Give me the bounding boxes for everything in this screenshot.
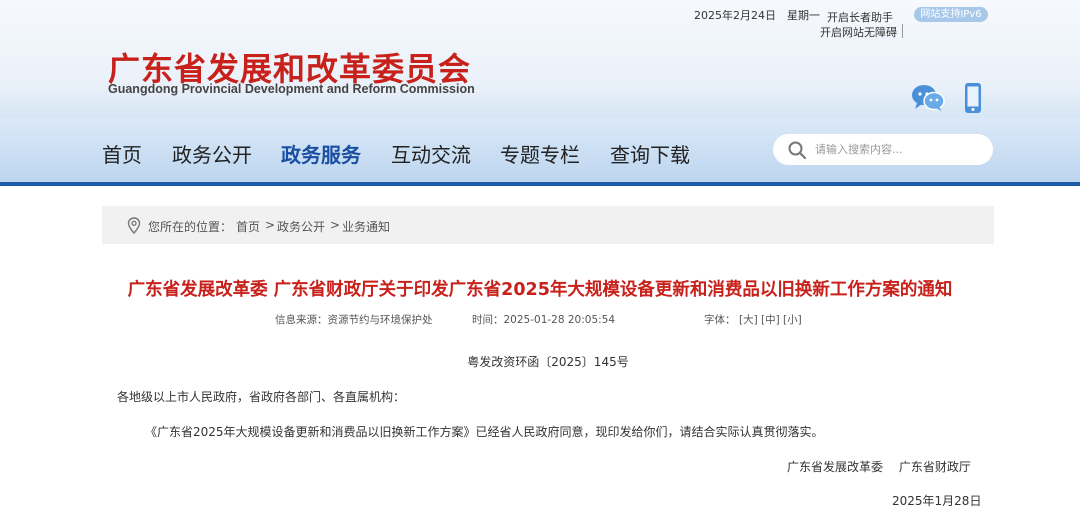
- accessibility-link[interactable]: 开启网站无障碍: [820, 24, 897, 40]
- nav-item-interaction[interactable]: 互动交流: [391, 139, 471, 168]
- font-size-label: 字体：: [704, 314, 736, 326]
- breadcrumb-current[interactable]: 业务通知: [342, 218, 390, 235]
- nav-item-topics[interactable]: 专题专栏: [500, 139, 580, 168]
- nav-underline: [0, 182, 1080, 186]
- nav-item-query-download[interactable]: 查询下载: [610, 139, 690, 168]
- article-source: 信息来源：资源节约与环境保护处: [275, 314, 433, 326]
- location-pin-icon: [127, 217, 141, 234]
- breadcrumb-separator: >: [265, 218, 276, 232]
- ipv6-badge: 网站支持IPv6: [914, 7, 988, 22]
- search-box: [773, 134, 993, 165]
- site-logo-subtitle: Guangdong Provincial Development and Ref…: [108, 82, 475, 96]
- search-icon[interactable]: [787, 140, 807, 160]
- article-time: 时间：2025-01-28 20:05:54: [472, 314, 616, 326]
- nav-item-gov-affairs[interactable]: 政务公开: [172, 139, 252, 168]
- breadcrumb-home[interactable]: 首页: [236, 218, 260, 235]
- breadcrumb-gov-affairs[interactable]: 政务公开: [277, 218, 325, 235]
- divider: [902, 24, 903, 38]
- mobile-phone-icon[interactable]: [962, 82, 984, 114]
- salutation: 各地级以上市人民政府，省政府各部门、各直属机构：: [117, 390, 406, 404]
- article-title: 广东省发展改革委 广东省财政厅关于印发广东省2025年大规模设备更新和消费品以旧…: [127, 280, 953, 300]
- article-body: 《广东省2025年大规模设备更新和消费品以旧换新工作方案》已经省人民政府同意，现…: [145, 425, 824, 439]
- document-number: 粤发改资环函〔2025〕145号: [467, 355, 629, 369]
- wechat-icon[interactable]: [911, 84, 945, 112]
- font-size-large[interactable]: [大]: [739, 312, 758, 327]
- nav-item-home[interactable]: 首页: [102, 139, 142, 168]
- nav-item-gov-services[interactable]: 政务服务: [281, 139, 361, 168]
- sign-date: 2025年1月28日: [892, 494, 982, 508]
- breadcrumb: 您所在的位置： 首页 > 政务公开 > 业务通知: [102, 206, 994, 244]
- breadcrumb-separator: >: [330, 218, 341, 232]
- search-input[interactable]: [815, 140, 975, 159]
- font-size-medium[interactable]: [中]: [761, 312, 780, 327]
- signatories: 广东省发展改革委 广东省财政厅: [787, 460, 971, 474]
- font-size-small[interactable]: [小]: [783, 312, 802, 327]
- elder-mode-link[interactable]: 开启长者助手: [827, 9, 893, 25]
- current-date: 2025年2月24日 星期一: [694, 9, 820, 22]
- breadcrumb-prefix: 您所在的位置：: [148, 220, 233, 234]
